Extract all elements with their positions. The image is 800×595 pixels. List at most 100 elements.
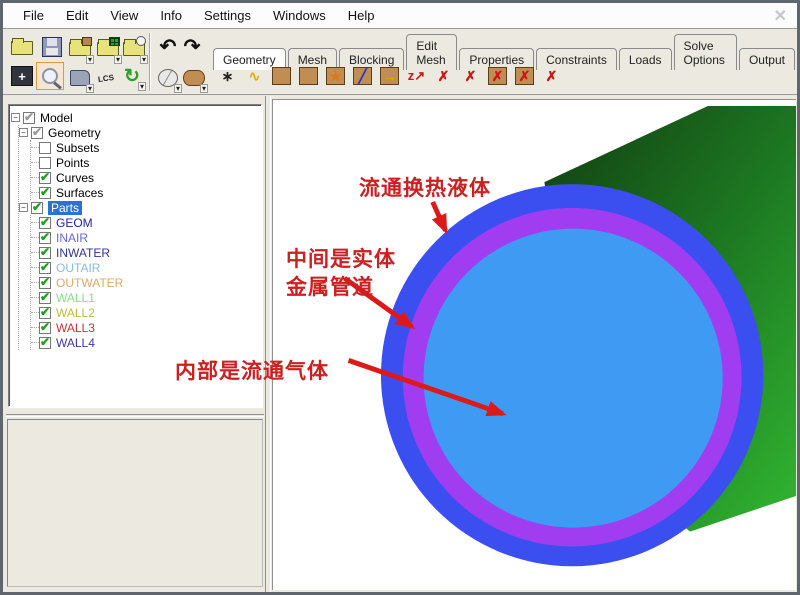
tree-item-part[interactable]: ✔ WALL2 [31, 305, 259, 320]
menu-edit[interactable]: Edit [56, 5, 98, 26]
transform-geometry-icon[interactable]: → [377, 63, 402, 89]
surface-icon [272, 67, 291, 85]
app-window: File Edit View Info Settings Windows Hel… [0, 0, 800, 595]
fit-window-icon[interactable]: + [9, 63, 35, 89]
red-x-icon: ✗ [437, 67, 450, 84]
tree-item-geometry[interactable]: − ✔ Geometry [19, 125, 259, 140]
open-project-icon[interactable] [9, 35, 35, 61]
checkbox[interactable] [39, 156, 51, 169]
checkbox[interactable]: ✔ [39, 215, 51, 229]
restore-dormant-icon[interactable]: z↗ [404, 63, 429, 89]
checkbox[interactable]: ✔ [39, 320, 51, 334]
3d-viewport[interactable] [272, 99, 796, 590]
checkbox[interactable]: ✔ [31, 200, 43, 214]
tree-label: Surfaces [56, 185, 104, 200]
vertical-splitter[interactable] [265, 96, 271, 592]
checkbox[interactable]: ✔ [39, 305, 51, 319]
tree-item-subsets[interactable]: Subsets [31, 140, 259, 155]
menu-windows[interactable]: Windows [263, 5, 336, 26]
main-area: − ✔ Model − ✔ Geometry Subsets Points ✔ … [3, 96, 797, 592]
tree-item-part[interactable]: ✔ WALL3 [31, 320, 259, 335]
part-label: WALL4 [56, 335, 95, 350]
wrench-icon: ╱ [358, 67, 367, 84]
floppy-icon [42, 37, 62, 57]
red-x-icon: ✗ [545, 67, 558, 84]
delete-point-icon[interactable]: ✗ [431, 63, 456, 89]
refresh-icon[interactable]: ↻ ▾ [119, 63, 146, 91]
trackball-icon[interactable]: ▾ [155, 65, 182, 93]
checkbox[interactable] [39, 141, 51, 154]
checkbox[interactable]: ✔ [39, 275, 51, 289]
tree-item-part[interactable]: ✔ WALL4 [31, 335, 259, 350]
delete-any-entity-icon[interactable]: ✗ [539, 63, 564, 89]
tree-item-part[interactable]: ✔ OUTAIR [31, 260, 259, 275]
tree-item-part[interactable]: ✔ GEOM [31, 215, 259, 230]
panel-divider[interactable] [6, 414, 264, 417]
menu-help[interactable]: Help [338, 5, 385, 26]
globe-icon [136, 36, 146, 46]
open-geometry-icon[interactable]: ▾ [67, 36, 94, 64]
tree-item-points[interactable]: Points [31, 155, 259, 170]
tab-solve-options[interactable]: Solve Options [673, 34, 737, 70]
part-label: GEOM [56, 215, 93, 230]
menu-file[interactable]: File [13, 5, 54, 26]
mesh-icon [109, 37, 120, 46]
model-tree-panel[interactable]: − ✔ Model − ✔ Geometry Subsets Points ✔ … [8, 104, 262, 407]
delete-body-icon[interactable]: ✗ [512, 63, 537, 89]
open-mesh-icon[interactable]: ▾ [95, 36, 122, 64]
create-faceted-icon[interactable]: ★ [323, 63, 348, 89]
save-project-icon[interactable] [39, 34, 65, 60]
create-modify-surface-icon[interactable] [269, 63, 294, 89]
undo-icon[interactable]: ↶ [155, 33, 181, 59]
dropdown-icon[interactable]: ▾ [199, 84, 208, 93]
tree-item-model[interactable]: − ✔ Model [11, 110, 259, 125]
pipe-render [380, 105, 796, 567]
tree-item-surfaces[interactable]: ✔ Surfaces [31, 185, 259, 200]
menu-view[interactable]: View [100, 5, 148, 26]
checkbox[interactable]: ✔ [31, 125, 43, 139]
open-blocking-icon[interactable]: ▾ [121, 36, 148, 64]
dropdown-icon[interactable]: ▾ [85, 55, 94, 64]
zoom-icon[interactable] [36, 62, 64, 90]
z-arrow-icon: z↗ [407, 68, 426, 83]
delete-curve-icon[interactable]: ✗ [458, 63, 483, 89]
checkbox[interactable]: ✔ [39, 260, 51, 274]
create-point-icon[interactable]: ∗ [215, 63, 240, 89]
measure-icon[interactable]: ▾ [67, 65, 94, 93]
checkbox[interactable]: ✔ [39, 290, 51, 304]
redo-icon[interactable]: ↷ [179, 33, 205, 59]
delete-surface-icon[interactable]: ✗ [485, 63, 510, 89]
checkbox[interactable]: ✔ [39, 245, 51, 259]
create-modify-curve-icon[interactable]: ∿ [242, 63, 267, 89]
create-body-icon[interactable] [296, 63, 321, 89]
checkbox[interactable]: ✔ [23, 110, 35, 124]
view-solid-icon[interactable]: ▾ [181, 65, 208, 93]
dropdown-icon[interactable]: ▾ [137, 82, 146, 91]
tab-output[interactable]: Output [738, 48, 795, 70]
checkbox[interactable]: ✔ [39, 230, 51, 244]
checkbox[interactable]: ✔ [39, 170, 51, 184]
tree-item-curves[interactable]: ✔ Curves [31, 170, 259, 185]
menu-settings[interactable]: Settings [194, 5, 261, 26]
tree-item-part[interactable]: ✔ INWATER [31, 245, 259, 260]
part-label: OUTAIR [56, 260, 101, 275]
collapse-icon[interactable]: − [19, 203, 28, 212]
curve-icon: ∿ [248, 67, 261, 84]
checkbox[interactable]: ✔ [39, 185, 51, 199]
tree-item-parts[interactable]: − ✔ Parts [19, 200, 259, 215]
local-coord-system-icon[interactable]: LCS [93, 65, 119, 91]
tree-item-part[interactable]: ✔ WALL1 [31, 290, 259, 305]
tab-loads[interactable]: Loads [618, 48, 672, 70]
close-icon[interactable]: ✕ [774, 6, 787, 26]
collapse-icon[interactable]: − [11, 113, 20, 122]
menu-bar: File Edit View Info Settings Windows Hel… [3, 3, 797, 29]
tree-label: Subsets [56, 140, 100, 155]
menu-info[interactable]: Info [150, 5, 192, 26]
collapse-icon[interactable]: − [19, 128, 28, 137]
message-panel [7, 419, 263, 587]
red-x-icon: ✗ [491, 67, 504, 84]
checkbox[interactable]: ✔ [39, 335, 51, 349]
tree-item-part[interactable]: ✔ INAIR [31, 230, 259, 245]
tree-item-part[interactable]: ✔ OUTWATER [31, 275, 259, 290]
repair-geometry-icon[interactable]: ╱ [350, 63, 375, 89]
